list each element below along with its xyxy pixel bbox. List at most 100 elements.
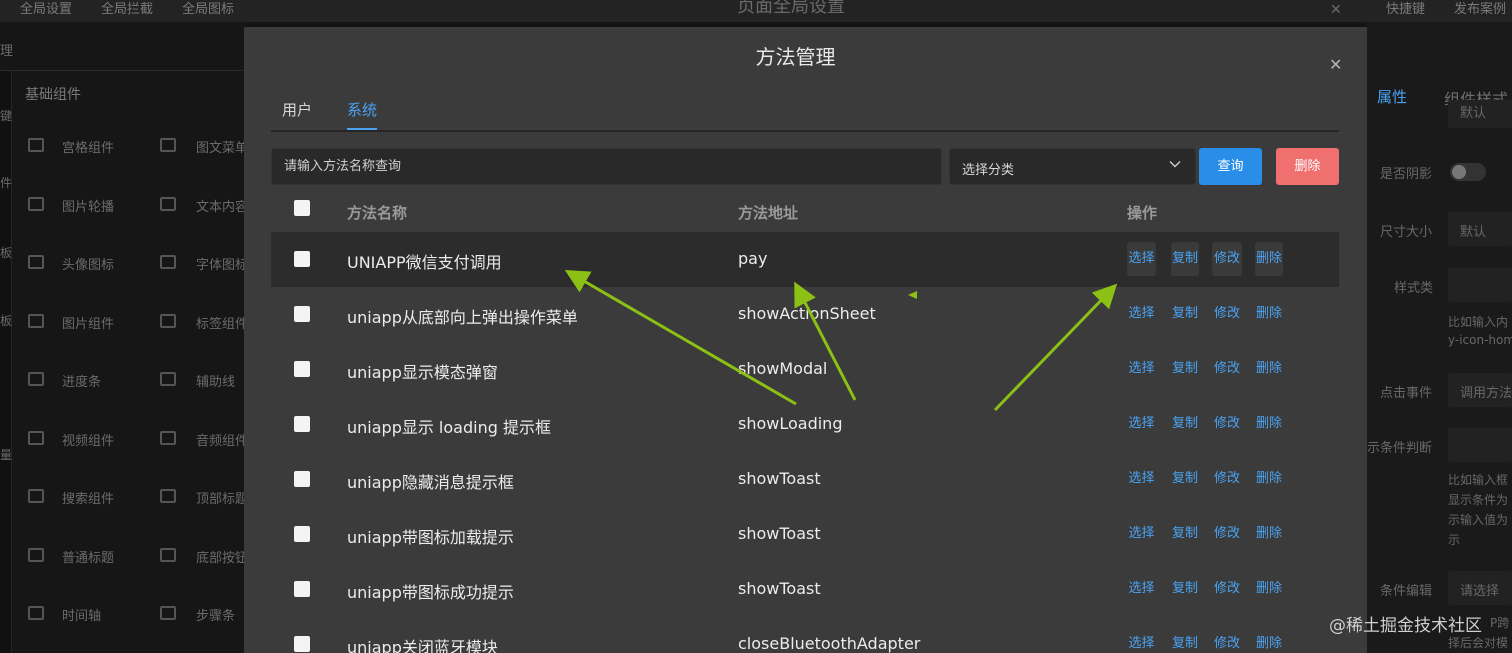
nav-global-settings[interactable]: 全局设置 (20, 0, 72, 20)
close-icon[interactable]: ✕ (1329, 55, 1342, 74)
copy-action[interactable]: 复制 (1171, 242, 1199, 276)
copy-action[interactable]: 复制 (1171, 352, 1199, 386)
select-action[interactable]: 选择 (1127, 462, 1156, 496)
dim-close-icon[interactable]: ✕ (1330, 2, 1342, 18)
table-row[interactable]: uniapp带图标加载提示 showToast 选择 复制 修改 删除 (271, 507, 1339, 562)
copy-action[interactable]: 复制 (1171, 627, 1199, 653)
component-item[interactable]: 搜索组件 (62, 488, 114, 507)
nav-global-icons[interactable]: 全局图标 (182, 0, 234, 20)
tab-properties[interactable]: 属性 (1377, 86, 1407, 107)
component-item[interactable]: 视频组件 (62, 430, 114, 449)
component-icon (160, 313, 176, 328)
copy-action[interactable]: 复制 (1171, 517, 1199, 551)
edit-action[interactable]: 修改 (1212, 572, 1242, 606)
edit-action[interactable]: 修改 (1212, 297, 1242, 331)
component-item[interactable]: 顶部标题 (196, 488, 248, 507)
component-item[interactable]: 时间轴 (62, 605, 101, 624)
delete-action[interactable]: 删除 (1255, 462, 1283, 496)
row-checkbox[interactable] (294, 306, 310, 322)
category-select[interactable]: 选择分类 (949, 148, 1196, 185)
select-action[interactable]: 选择 (1127, 627, 1156, 653)
click-event-input[interactable]: 调用方法 (1448, 373, 1512, 407)
row-checkbox[interactable] (294, 581, 310, 597)
component-icon (160, 372, 176, 386)
copy-action[interactable]: 复制 (1171, 572, 1199, 606)
table-row[interactable]: uniapp显示 loading 提示框 showLoading 选择 复制 修改 删除 (271, 397, 1339, 452)
method-name: uniapp隐藏消息提示框 (347, 473, 514, 492)
copy-action[interactable]: 复制 (1171, 407, 1199, 441)
component-item[interactable]: 图文菜单 (196, 137, 248, 156)
delete-button[interactable]: 删除 (1276, 148, 1339, 185)
method-name: uniapp关闭蓝牙模块 (347, 638, 498, 653)
component-icon (160, 196, 176, 211)
shadow-toggle[interactable] (1450, 163, 1486, 181)
size-value: 默认 (1460, 225, 1487, 240)
delete-action[interactable]: 删除 (1255, 242, 1283, 276)
nav-global-intercept[interactable]: 全局拦截 (101, 0, 153, 20)
component-item[interactable]: 步骤条 (196, 605, 235, 624)
edit-action[interactable]: 修改 (1212, 462, 1242, 496)
edit-action[interactable]: 修改 (1212, 352, 1242, 386)
edit-action[interactable]: 修改 (1212, 517, 1242, 551)
condition-edit-label: 条件编辑 (1380, 584, 1433, 599)
component-item[interactable]: 音频组件 (196, 430, 248, 449)
select-action[interactable]: 选择 (1127, 297, 1156, 331)
table-row[interactable]: uniapp关闭蓝牙模块 closeBluetoothAdapter 选择 复制 修改删… (271, 617, 1339, 653)
condition-edit-select[interactable]: 请选择 (1448, 571, 1512, 605)
component-item[interactable]: 进度条 (62, 371, 101, 390)
hint-text: 择后会对模 (1448, 636, 1509, 650)
select-action[interactable]: 选择 (1127, 242, 1156, 276)
component-item[interactable]: 标签组件 (196, 313, 248, 332)
edit-action[interactable]: 修改 (1212, 407, 1242, 441)
select-action[interactable]: 选择 (1127, 352, 1156, 386)
delete-action[interactable]: 删除 (1255, 352, 1283, 386)
query-button[interactable]: 查询 (1199, 148, 1262, 185)
component-item[interactable]: 图片轮播 (62, 196, 114, 215)
edit-action[interactable]: 修改 (1212, 242, 1242, 276)
table-row[interactable]: uniapp从底部向上弹出操作菜单 showActionSheet 选择 复制 修改 删除 (271, 287, 1339, 342)
component-item[interactable]: 辅助线 (196, 371, 235, 390)
component-item[interactable]: 底部按钮 (196, 547, 248, 566)
table-row[interactable]: UNIAPP微信支付调用 pay 选择 复制 修改 删除 (271, 232, 1339, 287)
delete-action[interactable]: 删除 (1255, 572, 1283, 606)
nav-publish-cases[interactable]: 发布案例 (1454, 0, 1506, 20)
component-item[interactable]: 文本内容 (196, 196, 248, 215)
method-search-input[interactable] (271, 148, 942, 185)
select-action[interactable]: 选择 (1127, 572, 1156, 606)
size-select[interactable]: 默认 (1448, 212, 1512, 246)
row-checkbox[interactable] (294, 416, 310, 432)
row-checkbox[interactable] (294, 361, 310, 377)
table-row[interactable]: uniapp显示模态弹窗 showModal 选择 复制 修改 删除 (271, 342, 1339, 397)
style-class-input[interactable] (1448, 268, 1512, 302)
field-box[interactable]: 默认 (1448, 100, 1512, 128)
component-item[interactable]: 头像图标 (62, 254, 114, 273)
row-checkbox[interactable] (294, 251, 310, 267)
nav-shortcuts[interactable]: 快捷键 (1386, 0, 1425, 20)
delete-action[interactable]: 删除 (1255, 407, 1283, 441)
select-all-checkbox[interactable] (294, 200, 310, 216)
delete-action[interactable]: 删除 (1255, 627, 1283, 653)
size-label: 尺寸大小 (1380, 225, 1433, 240)
tab-system[interactable]: 系统 (347, 99, 378, 130)
condition-input[interactable] (1448, 428, 1512, 462)
table-row[interactable]: uniapp隐藏消息提示框 showToast 选择 复制 修改 删除 (271, 452, 1339, 507)
select-action[interactable]: 选择 (1127, 407, 1156, 441)
delete-action[interactable]: 删除 (1255, 297, 1283, 331)
shadow-label: 是否阴影 (1380, 167, 1433, 182)
copy-action[interactable]: 复制 (1171, 462, 1199, 496)
table-row[interactable]: uniapp带图标成功提示 showToast 选择 复制 修改 删除 (271, 562, 1339, 617)
select-action[interactable]: 选择 (1127, 517, 1156, 551)
delete-action[interactable]: 删除 (1255, 517, 1283, 551)
row-checkbox[interactable] (294, 636, 310, 652)
component-item[interactable]: 图片组件 (62, 313, 114, 332)
hint-text: 比如输入内 (1448, 315, 1509, 329)
row-checkbox[interactable] (294, 526, 310, 542)
method-name: uniapp带图标成功提示 (347, 583, 514, 602)
row-checkbox[interactable] (294, 471, 310, 487)
component-item[interactable]: 字体图标 (196, 254, 248, 273)
component-item[interactable]: 普通标题 (62, 547, 114, 566)
component-item[interactable]: 宫格组件 (62, 137, 114, 156)
tab-user[interactable]: 用户 (282, 99, 312, 130)
edit-action[interactable]: 修改 (1212, 627, 1242, 653)
copy-action[interactable]: 复制 (1171, 297, 1199, 331)
